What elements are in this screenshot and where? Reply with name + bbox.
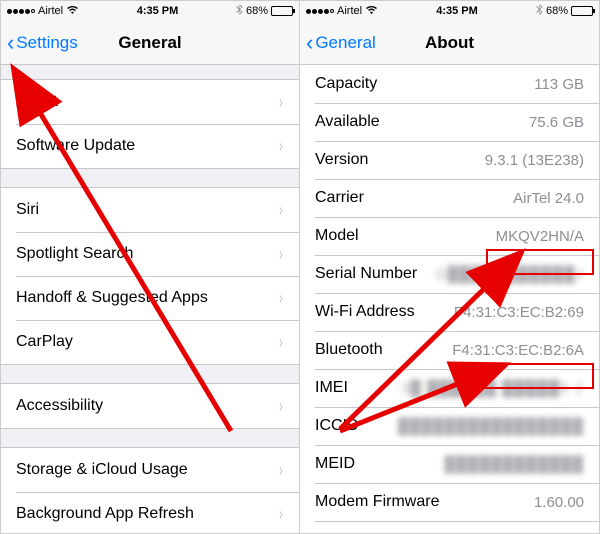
phone-about: Airtel 4:35 PM 68% ‹ General About xyxy=(300,1,599,533)
row-accessibility[interactable]: Accessibility › xyxy=(1,384,299,428)
row-wifi-address: Wi-Fi Address F4:31:C3:EC:B2:69 xyxy=(300,293,599,331)
row-value: D███████████J xyxy=(436,266,584,283)
wifi-icon xyxy=(66,5,79,18)
row-label: Serial Number xyxy=(315,265,417,283)
row-label: Accessibility xyxy=(16,397,103,415)
row-label: MEID xyxy=(315,455,355,473)
row-imei: IMEI 3█ ██████ █████9 2 xyxy=(300,369,599,407)
row-label: SEID xyxy=(315,531,352,533)
back-label: General xyxy=(315,33,375,53)
row-bluetooth: Bluetooth F4:31:C3:EC:B2:6A xyxy=(300,331,599,369)
row-storage[interactable]: Storage & iCloud Usage › xyxy=(1,448,299,492)
row-label: Capacity xyxy=(315,75,377,93)
row-value: MKQV2HN/A xyxy=(496,228,584,245)
row-model: Model MKQV2HN/A xyxy=(300,217,599,255)
row-seid[interactable]: SEID › xyxy=(300,521,599,533)
chevron-right-icon: › xyxy=(279,200,283,221)
row-about[interactable]: About › xyxy=(1,80,299,124)
row-value: 9.3.1 (13E238) xyxy=(485,152,584,169)
row-spotlight-search[interactable]: Spotlight Search › xyxy=(1,232,299,276)
carrier-label: Airtel xyxy=(38,5,63,17)
chevron-left-icon: ‹ xyxy=(306,32,313,54)
row-background-refresh[interactable]: Background App Refresh › xyxy=(1,492,299,533)
battery-pct: 68% xyxy=(246,5,268,17)
chevron-right-icon: › xyxy=(279,396,283,417)
status-bar: Airtel 4:35 PM 68% xyxy=(1,1,299,21)
row-capacity: Capacity 113 GB xyxy=(300,65,599,103)
chevron-right-icon: › xyxy=(279,92,283,113)
bluetooth-icon xyxy=(536,4,543,18)
row-version: Version 9.3.1 (13E238) xyxy=(300,141,599,179)
chevron-right-icon: › xyxy=(279,504,283,525)
back-label: Settings xyxy=(16,33,77,53)
row-label: Carrier xyxy=(315,189,364,207)
row-meid: MEID ████████████ xyxy=(300,445,599,483)
row-label: Spotlight Search xyxy=(16,245,133,263)
row-label: Software Update xyxy=(16,137,135,155)
back-button[interactable]: ‹ General xyxy=(300,32,376,54)
signal-dots-icon xyxy=(7,9,35,14)
chevron-right-icon: › xyxy=(279,288,283,309)
row-value: AirTel 24.0 xyxy=(513,190,584,207)
wifi-icon xyxy=(365,5,378,18)
row-value: F4:31:C3:EC:B2:6A xyxy=(452,342,584,359)
chevron-right-icon: › xyxy=(279,136,283,157)
row-modem-firmware: Modem Firmware 1.60.00 xyxy=(300,483,599,521)
row-value: 113 GB xyxy=(534,76,584,93)
phone-general: Airtel 4:35 PM 68% ‹ Settings General xyxy=(1,1,300,533)
row-handoff[interactable]: Handoff & Suggested Apps › xyxy=(1,276,299,320)
row-label: ICCID xyxy=(315,417,359,435)
clock: 4:35 PM xyxy=(137,5,179,17)
battery-icon xyxy=(271,6,293,16)
row-label: Storage & iCloud Usage xyxy=(16,461,188,479)
row-label: Wi-Fi Address xyxy=(315,303,415,321)
clock: 4:35 PM xyxy=(436,5,478,17)
row-value: 1.60.00 xyxy=(534,494,584,511)
row-serial-number: Serial Number D███████████J xyxy=(300,255,599,293)
battery-pct: 68% xyxy=(546,5,568,17)
row-value: ████████████ xyxy=(444,456,584,473)
battery-icon xyxy=(571,6,593,16)
row-label: Modem Firmware xyxy=(315,493,439,511)
navbar: ‹ General About xyxy=(300,21,599,65)
signal-dots-icon xyxy=(306,9,334,14)
row-value: F4:31:C3:EC:B2:69 xyxy=(454,304,584,321)
chevron-left-icon: ‹ xyxy=(7,32,14,54)
row-label: Available xyxy=(315,113,380,131)
row-value: 75.6 GB xyxy=(529,114,584,131)
row-iccid: ICCID ████████████████ xyxy=(300,407,599,445)
row-value: 3█ ██████ █████9 2 xyxy=(401,380,584,397)
chevron-right-icon: › xyxy=(579,530,583,534)
bluetooth-icon xyxy=(236,4,243,18)
chevron-right-icon: › xyxy=(279,332,283,353)
row-carplay[interactable]: CarPlay › xyxy=(1,320,299,364)
row-label: Version xyxy=(315,151,368,169)
row-label: Handoff & Suggested Apps xyxy=(16,289,208,307)
row-label: IMEI xyxy=(315,379,348,397)
row-label: Bluetooth xyxy=(315,341,383,359)
navbar: ‹ Settings General xyxy=(1,21,299,65)
row-label: About xyxy=(16,93,58,111)
row-label: Siri xyxy=(16,201,39,219)
row-label: CarPlay xyxy=(16,333,73,351)
chevron-right-icon: › xyxy=(279,244,283,265)
row-label: Model xyxy=(315,227,359,245)
row-available: Available 75.6 GB xyxy=(300,103,599,141)
row-value: ████████████████ xyxy=(398,418,584,435)
row-label: Background App Refresh xyxy=(16,505,194,523)
chevron-right-icon: › xyxy=(279,460,283,481)
row-siri[interactable]: Siri › xyxy=(1,188,299,232)
row-carrier: Carrier AirTel 24.0 xyxy=(300,179,599,217)
back-button[interactable]: ‹ Settings xyxy=(1,32,78,54)
row-software-update[interactable]: Software Update › xyxy=(1,124,299,168)
carrier-label: Airtel xyxy=(337,5,362,17)
status-bar: Airtel 4:35 PM 68% xyxy=(300,1,599,21)
